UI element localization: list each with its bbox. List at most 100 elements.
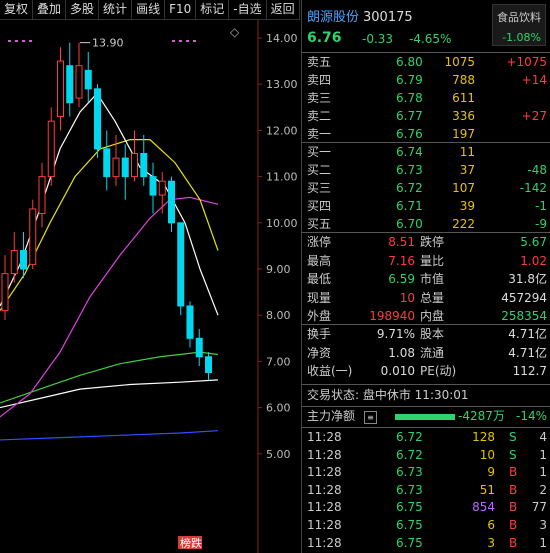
- list-icon[interactable]: ≡: [364, 411, 377, 424]
- level-label: 卖一: [307, 127, 332, 141]
- level-price: 6.79: [396, 73, 423, 87]
- stat-label: 跌停: [420, 235, 445, 249]
- toolbar-button[interactable]: 画线: [132, 0, 166, 20]
- tick-time: 11:28: [307, 518, 342, 532]
- bottom-tag: 榜跌: [180, 536, 202, 550]
- toolbar-button[interactable]: F10: [165, 0, 197, 20]
- divider: [302, 384, 550, 385]
- candle-body: [195, 337, 203, 358]
- trade-status-text: 交易状态: 盘中休市 11:30:01: [307, 388, 469, 402]
- level-label: 买二: [307, 163, 332, 177]
- candle-body: [75, 65, 83, 99]
- tick-count: 1: [539, 535, 547, 550]
- level-delta: -48: [527, 163, 547, 177]
- marker-dot: [186, 40, 189, 42]
- tick-count: 2: [539, 482, 547, 497]
- tick-time: 11:28: [307, 447, 342, 462]
- tick-price: 6.75: [396, 518, 423, 532]
- level-volume: 222: [452, 217, 475, 231]
- stat-label: 涨停: [307, 235, 332, 249]
- tick-count: 4: [539, 430, 547, 444]
- level-delta: -9: [535, 217, 547, 231]
- stat-label: 最高: [307, 253, 332, 268]
- level-price: 6.73: [396, 163, 423, 177]
- candle-body: [47, 120, 55, 178]
- stat-label: 净资: [307, 345, 332, 360]
- axis-label: 6.00: [266, 402, 291, 415]
- tick-time: 11:28: [307, 465, 342, 480]
- diamond-icon[interactable]: ◇: [230, 25, 240, 39]
- tick-price: 6.73: [396, 465, 423, 480]
- tick-row: 11:28 6.72 10 S 1: [302, 447, 550, 464]
- candle-body: [168, 180, 175, 224]
- marker-dot: [179, 40, 182, 42]
- ma-line: [0, 430, 219, 441]
- marker-dot: [8, 40, 11, 42]
- stat-row: 净资 1.08 流通 4.71亿: [302, 345, 550, 362]
- tick-side: S: [509, 430, 517, 444]
- order-book-row: 买二 6.73 37 -48: [302, 162, 550, 179]
- stock-name[interactable]: 朗源股份: [307, 10, 359, 25]
- level-price: 6.71: [396, 199, 423, 213]
- level-volume: 336: [452, 109, 475, 123]
- axis-label: 10.00: [266, 217, 298, 230]
- stat-value: 31.8亿: [508, 272, 547, 286]
- level-delta: -1: [535, 199, 547, 213]
- marker-dot: [193, 40, 196, 42]
- toolbar-button[interactable]: 多股: [66, 0, 100, 20]
- level-label: 卖三: [307, 91, 332, 105]
- tick-price: 6.75: [396, 500, 423, 515]
- level-price: 6.74: [396, 145, 423, 159]
- toolbar-button[interactable]: 复权: [0, 0, 34, 20]
- tick-volume: 128: [472, 430, 495, 444]
- order-book-row: 卖三 6.78 611: [302, 90, 550, 107]
- level-volume: 37: [459, 163, 475, 177]
- level-price: 6.70: [396, 217, 423, 231]
- candle-body: [66, 65, 74, 104]
- stock-header: 朗源股份 300175: [307, 6, 413, 25]
- level-volume: 39: [459, 199, 475, 213]
- tick-volume: 3: [487, 535, 495, 550]
- marker-dot: [172, 40, 175, 42]
- toolbar-button[interactable]: 统计: [99, 0, 133, 20]
- ma-line: [0, 351, 219, 404]
- candle-body: [186, 305, 194, 339]
- stat-value: 0.010: [380, 364, 415, 378]
- sector-box[interactable]: 食品饮料 -1.08%: [492, 4, 546, 46]
- axis-label: 7.00: [266, 355, 291, 368]
- tick-row: 11:28 6.75 854 B 77: [302, 499, 550, 516]
- candle-body: [1, 273, 9, 312]
- tick-price: 6.73: [396, 482, 423, 497]
- order-book-row: 卖四 6.79 788 +14: [302, 72, 550, 89]
- marker-dot: [29, 40, 32, 42]
- candle-body: [103, 148, 111, 178]
- level-label: 卖四: [307, 73, 332, 87]
- candlestick-chart[interactable]: 14.00 13.00 12.00 11.00 10.00 9.00 8.00 7.00 6.0…: [0, 20, 300, 553]
- stat-label: 股本: [420, 327, 445, 341]
- toolbar-button[interactable]: 返回: [266, 0, 300, 20]
- stock-code: 300175: [363, 10, 413, 25]
- tick-row: 11:28 6.73 9 B 1: [302, 464, 550, 481]
- candle-body: [149, 176, 157, 196]
- candle-body: [158, 180, 166, 196]
- toolbar-button[interactable]: 标记: [196, 0, 230, 20]
- tick-price: 6.72: [396, 447, 423, 462]
- stat-row: 外盘 198940 内盘 258354: [302, 308, 550, 325]
- tick-time: 11:28: [307, 535, 342, 550]
- level-delta: +1075: [506, 55, 547, 69]
- tick-count: 1: [539, 465, 547, 480]
- stat-row: 收益(一) 0.010 PE(动) 112.7: [302, 363, 550, 380]
- level-volume: 11: [459, 145, 475, 159]
- tick-side: B: [509, 518, 518, 532]
- divider: [302, 406, 550, 407]
- netflow-value: -4287万: [458, 409, 505, 423]
- tick-volume: 10: [479, 447, 495, 462]
- divider: [302, 232, 550, 233]
- toolbar-button[interactable]: 叠加: [33, 0, 67, 20]
- netflow-row[interactable]: 主力净额 ≡ -4287万 -14%: [302, 408, 550, 425]
- toolbar-button[interactable]: -自选: [229, 0, 267, 20]
- axis-label: 9.00: [266, 263, 291, 276]
- level-label: 买五: [307, 217, 332, 231]
- stat-row: 现量 10 总量 457294: [302, 290, 550, 307]
- candle-body: [140, 153, 148, 178]
